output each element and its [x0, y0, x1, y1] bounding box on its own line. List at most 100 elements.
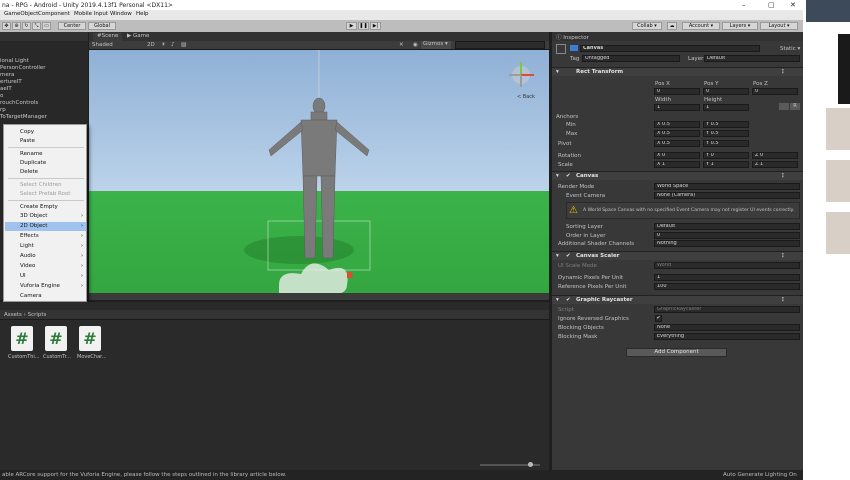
- layout-dropdown[interactable]: Layout ▾: [760, 22, 798, 30]
- render-mode-dropdown[interactable]: World Space: [654, 183, 800, 190]
- enabled-checkbox[interactable]: ✔: [566, 297, 571, 303]
- order-in-layer-field[interactable]: 0: [654, 232, 800, 239]
- scene-search-input[interactable]: [455, 41, 545, 49]
- tab-scene[interactable]: #Scene: [93, 33, 123, 41]
- menu-item-create-empty[interactable]: Create Empty: [5, 203, 86, 212]
- hierarchy-item[interactable]: ToTargetManager: [0, 114, 88, 122]
- script-file-icon[interactable]: #: [11, 326, 33, 351]
- layer-dropdown[interactable]: Default: [704, 55, 800, 62]
- menu-item-camera[interactable]: Camera: [5, 292, 86, 301]
- blocking-mask-dropdown[interactable]: Everything: [654, 333, 800, 340]
- pos-z-field[interactable]: 0: [752, 88, 798, 95]
- pivot-y-field[interactable]: Y 0.5: [703, 140, 749, 147]
- scale-x-field[interactable]: X 1: [654, 161, 700, 168]
- settings-icon[interactable]: ⋮: [780, 297, 786, 303]
- canvas-scaler-header[interactable]: ▾ ✔ Canvas Scaler ⋮: [552, 251, 803, 260]
- blocking-objects-dropdown[interactable]: None: [654, 324, 800, 331]
- file-name[interactable]: MoveChar...: [77, 354, 107, 360]
- tab-game[interactable]: ▶ Game: [127, 33, 149, 39]
- anchor-min-x-field[interactable]: X 0.5: [654, 121, 700, 128]
- width-field[interactable]: 1: [654, 104, 700, 111]
- sorting-layer-dropdown[interactable]: Default: [654, 223, 800, 230]
- static-dropdown[interactable]: Static ▾: [780, 46, 800, 52]
- menu-item-vuforia-engine[interactable]: Vuforia Engine ›: [5, 282, 86, 291]
- menu-item-video[interactable]: Video ›: [5, 262, 86, 271]
- menu-component[interactable]: Component: [38, 11, 70, 17]
- ignore-reversed-checkbox[interactable]: ✔: [655, 315, 662, 322]
- menu-window[interactable]: Window: [110, 11, 132, 17]
- reference-ppu-field[interactable]: 100: [654, 283, 800, 290]
- file-name[interactable]: CustomThi...: [8, 354, 40, 360]
- event-camera-field[interactable]: None (Camera): [654, 192, 800, 199]
- anchors-label[interactable]: Anchors: [556, 114, 578, 120]
- scene-view[interactable]: < Back: [89, 50, 549, 293]
- scale-z-field[interactable]: Z 1: [752, 161, 798, 168]
- close-icon[interactable]: ✕: [790, 1, 796, 9]
- hand-tool-icon[interactable]: ✥: [2, 22, 11, 30]
- pivot-center-toggle[interactable]: Center: [58, 22, 86, 30]
- layers-dropdown[interactable]: Layers ▾: [722, 22, 758, 30]
- enabled-checkbox[interactable]: ✔: [566, 253, 571, 259]
- menu-item-3d-object[interactable]: 3D Object ›: [5, 212, 86, 221]
- tools-icon[interactable]: ✕: [399, 42, 404, 48]
- menu-item-duplicate[interactable]: Duplicate: [5, 159, 86, 168]
- rect-tool-icon[interactable]: ▭: [42, 22, 51, 30]
- camera-icon[interactable]: ◉: [413, 42, 418, 48]
- active-checkbox[interactable]: [570, 45, 578, 51]
- tag-dropdown[interactable]: Untagged: [582, 55, 680, 62]
- blueprint-button[interactable]: [779, 103, 789, 110]
- collab-dropdown[interactable]: Collab ▾: [632, 22, 662, 30]
- menu-mobile-input[interactable]: Mobile Input: [74, 11, 108, 17]
- menu-gameobject[interactable]: GameObject: [4, 11, 38, 17]
- menu-item-paste[interactable]: Paste: [5, 137, 86, 146]
- move-tool-icon[interactable]: ⊕: [12, 22, 21, 30]
- effects-icon[interactable]: ▨: [181, 42, 186, 48]
- play-button[interactable]: ▶: [346, 22, 357, 30]
- raw-edit-button[interactable]: R: [790, 103, 800, 110]
- step-button[interactable]: ▶|: [370, 22, 381, 30]
- global-toggle[interactable]: Global: [88, 22, 116, 30]
- script-file-icon[interactable]: #: [79, 326, 101, 351]
- pos-x-field[interactable]: 0: [654, 88, 700, 95]
- add-component-button[interactable]: Add Component: [626, 348, 727, 357]
- audio-icon[interactable]: ♪: [171, 42, 175, 48]
- dynamic-ppu-field[interactable]: 1: [654, 274, 800, 281]
- slider-handle[interactable]: [528, 462, 533, 467]
- anchor-max-x-field[interactable]: X 0.5: [654, 130, 700, 137]
- rotation-z-field[interactable]: Z 0: [752, 152, 798, 159]
- anchor-max-y-field[interactable]: Y 0.5: [703, 130, 749, 137]
- rotation-x-field[interactable]: X 0: [654, 152, 700, 159]
- menu-item-ui[interactable]: UI ›: [5, 272, 86, 281]
- shading-dropdown[interactable]: Shaded: [92, 42, 113, 48]
- rotate-tool-icon[interactable]: ↻: [22, 22, 31, 30]
- anchor-min-y-field[interactable]: Y 0.5: [703, 121, 749, 128]
- breadcrumb[interactable]: Assets › Scripts: [4, 312, 46, 318]
- scale-tool-icon[interactable]: ⤡: [32, 22, 41, 30]
- gizmos-dropdown[interactable]: Gizmos ▾: [421, 41, 451, 49]
- menu-item-light[interactable]: Light ›: [5, 242, 86, 251]
- tab-inspector[interactable]: ⓘ Inspector: [556, 33, 589, 41]
- cloud-icon[interactable]: ☁: [667, 22, 677, 30]
- pos-y-field[interactable]: 0: [703, 88, 749, 95]
- menu-item-rename[interactable]: Rename: [5, 150, 86, 159]
- maximize-icon[interactable]: ▢: [768, 1, 775, 9]
- rect-transform-header[interactable]: ▾ Rect Transform ⋮: [552, 67, 803, 76]
- graphic-raycaster-header[interactable]: ▾ ✔ Graphic Raycaster ⋮: [552, 295, 803, 304]
- menu-item-audio[interactable]: Audio ›: [5, 252, 86, 261]
- scale-y-field[interactable]: Y 1: [703, 161, 749, 168]
- minimize-icon[interactable]: –: [742, 1, 746, 9]
- object-name-field[interactable]: Canvas: [580, 45, 760, 52]
- menu-help[interactable]: Help: [136, 11, 149, 17]
- menu-item-delete[interactable]: Delete: [5, 168, 86, 177]
- menu-item-2d-object[interactable]: 2D Object ›: [5, 222, 86, 231]
- lighting-icon[interactable]: ☀: [161, 42, 166, 48]
- enabled-checkbox[interactable]: ✔: [566, 173, 571, 179]
- script-file-icon[interactable]: #: [45, 326, 67, 351]
- console-message[interactable]: able ARCore support for the Vuforia Engi…: [2, 472, 286, 478]
- settings-icon[interactable]: ⋮: [780, 173, 786, 179]
- menu-item-copy[interactable]: Copy: [5, 128, 86, 137]
- perspective-label[interactable]: < Back: [517, 94, 535, 100]
- settings-icon[interactable]: ⋮: [780, 69, 786, 75]
- 2d-toggle[interactable]: 2D: [147, 42, 155, 48]
- height-field[interactable]: 1: [703, 104, 749, 111]
